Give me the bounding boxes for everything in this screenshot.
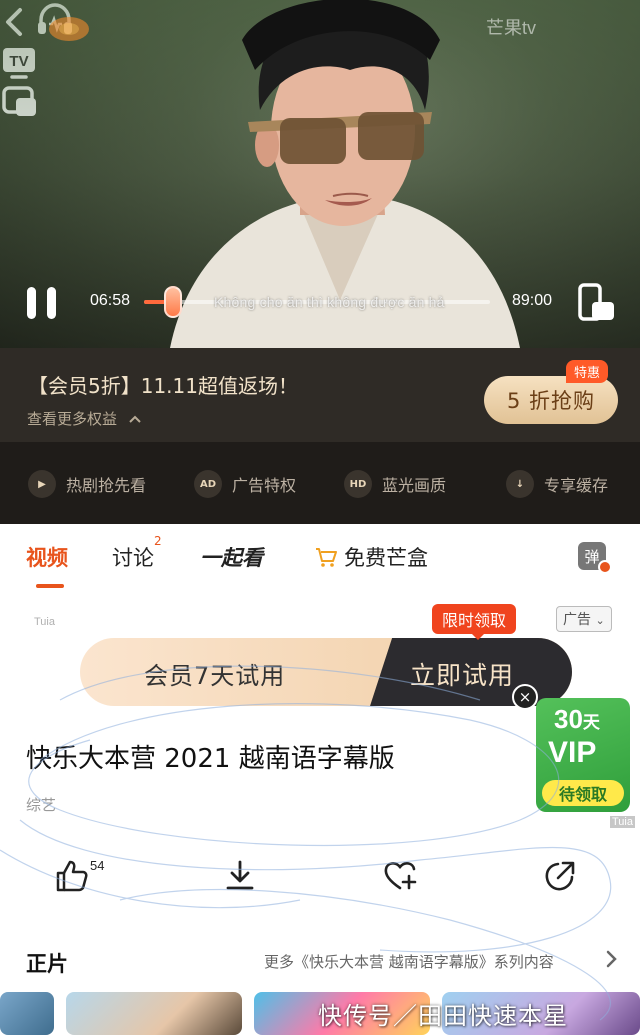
action-bar: 54 xyxy=(0,858,640,898)
try-now-button[interactable]: 立即试用 xyxy=(410,656,514,692)
benefit-label: 广告特权 xyxy=(232,476,297,495)
show-genre[interactable]: 综艺 xyxy=(26,794,56,815)
trial-ad-banner[interactable]: 会员7天试用 立即试用 xyxy=(80,638,572,706)
discuss-count-badge: 2 xyxy=(154,534,162,548)
current-time: 06:58 xyxy=(90,292,131,309)
tab-video[interactable]: 视频 xyxy=(26,542,68,572)
tab-active-indicator xyxy=(36,584,64,588)
member-promo-banner[interactable]: 【会员5折】11.11超值返场！ 查看更多权益 5 折抢购 特惠 xyxy=(0,348,640,442)
chevron-right-icon[interactable] xyxy=(604,948,620,970)
section-more-link[interactable]: 更多《快乐大本营 越南语字幕版》系列内容 xyxy=(264,951,554,972)
share-icon[interactable] xyxy=(542,858,578,894)
vip-trial-widget[interactable]: 30天 VIP 待领取 xyxy=(536,698,630,812)
brand-watermark: 芒果tv xyxy=(486,18,537,38)
episode-thumbnail[interactable] xyxy=(0,992,54,1035)
promo-more-link[interactable]: 查看更多权益 xyxy=(27,408,142,429)
tab-bar: 视频 讨论 2 一起看 免费芒盒 弹 xyxy=(0,524,640,590)
ad-label-text: 广告 xyxy=(563,612,591,628)
special-offer-badge: 特惠 xyxy=(566,360,609,383)
ad-icon: AD xyxy=(194,470,222,498)
progress-thumb[interactable] xyxy=(164,286,182,318)
favorite-add-icon[interactable] xyxy=(382,858,418,894)
vip-days-unit: 天 xyxy=(582,713,600,732)
total-time: 89:00 xyxy=(512,292,553,309)
tab-mango-box-label: 免费芒盒 xyxy=(344,546,428,570)
ad-label-dropdown[interactable]: 广告 ⌄ xyxy=(556,606,612,632)
benefit-item-bluray[interactable]: HD 蓝光画质 xyxy=(344,470,446,498)
promo-more-label: 查看更多权益 xyxy=(27,410,118,428)
member-benefits-bar: ▶ 热剧抢先看 AD 广告特权 HD 蓝光画质 ↓ 专享缓存 xyxy=(0,442,640,524)
benefit-item-ad-free[interactable]: AD 广告特权 xyxy=(194,470,296,498)
benefit-label: 蓝光画质 xyxy=(382,476,447,495)
download-icon: ↓ xyxy=(506,470,534,498)
section-title-episodes: 正片 xyxy=(26,952,68,976)
episode-thumbnail[interactable] xyxy=(66,992,242,1035)
subtitle-text: Không cho ăn thì không được ăn hả xyxy=(214,294,445,310)
player-controls: 06:58 Không cho ăn thì không được ăn hả … xyxy=(0,280,640,330)
ad-close-icon[interactable]: × xyxy=(512,684,538,710)
tab-discuss[interactable]: 讨论 xyxy=(112,542,154,572)
like-icon[interactable] xyxy=(54,858,90,894)
benefit-item-download[interactable]: ↓ 专享缓存 xyxy=(506,470,608,498)
limited-time-tag: 限时领取 xyxy=(432,604,517,640)
cart-icon xyxy=(316,548,337,567)
chevron-down-icon: ⌄ xyxy=(595,614,605,627)
rotate-screen-icon[interactable] xyxy=(576,282,616,324)
video-player[interactable]: 芒果tv TV 06:58 Không cho ăn thì không đượ… xyxy=(0,0,640,348)
source-watermark: 快传号／田田快速本星 xyxy=(318,1002,568,1030)
vip-days: 30天 xyxy=(554,704,600,735)
hd-icon: HD xyxy=(344,470,372,498)
pause-icon[interactable] xyxy=(24,284,60,322)
content-panel: 视频 讨论 2 一起看 免费芒盒 弹 Tuia 广告 ⌄ 会员7天试用 立即试用… xyxy=(0,524,640,1035)
play-icon: ▶ xyxy=(28,470,56,498)
vip-word: VIP xyxy=(548,736,597,769)
vip-days-number: 30 xyxy=(554,704,583,734)
like-count: 54 xyxy=(90,858,105,873)
mango-logo-icon xyxy=(49,17,89,41)
half-price-buy-button[interactable]: 5 折抢购 xyxy=(484,376,618,424)
benefit-label: 专享缓存 xyxy=(544,476,609,495)
show-title: 快乐大本营 2021 越南语字幕版 xyxy=(26,744,395,774)
promo-title: 【会员5折】11.11超值返场！ xyxy=(28,374,298,398)
tab-mango-box[interactable]: 免费芒盒 xyxy=(314,542,428,572)
download-icon[interactable] xyxy=(222,858,258,894)
chevron-up-icon xyxy=(128,410,142,428)
tab-watch-together[interactable]: 一起看 xyxy=(200,542,263,572)
danmaku-off-icon xyxy=(598,560,612,574)
ad-source-label: Tuia xyxy=(34,616,55,628)
ad-offer-text: 会员7天试用 xyxy=(144,662,286,690)
benefit-item-early-access[interactable]: ▶ 热剧抢先看 xyxy=(28,470,146,498)
benefit-label: 热剧抢先看 xyxy=(66,476,147,495)
vip-source-label: Tuia xyxy=(610,816,635,828)
vip-claim-button[interactable]: 待领取 xyxy=(542,780,624,806)
